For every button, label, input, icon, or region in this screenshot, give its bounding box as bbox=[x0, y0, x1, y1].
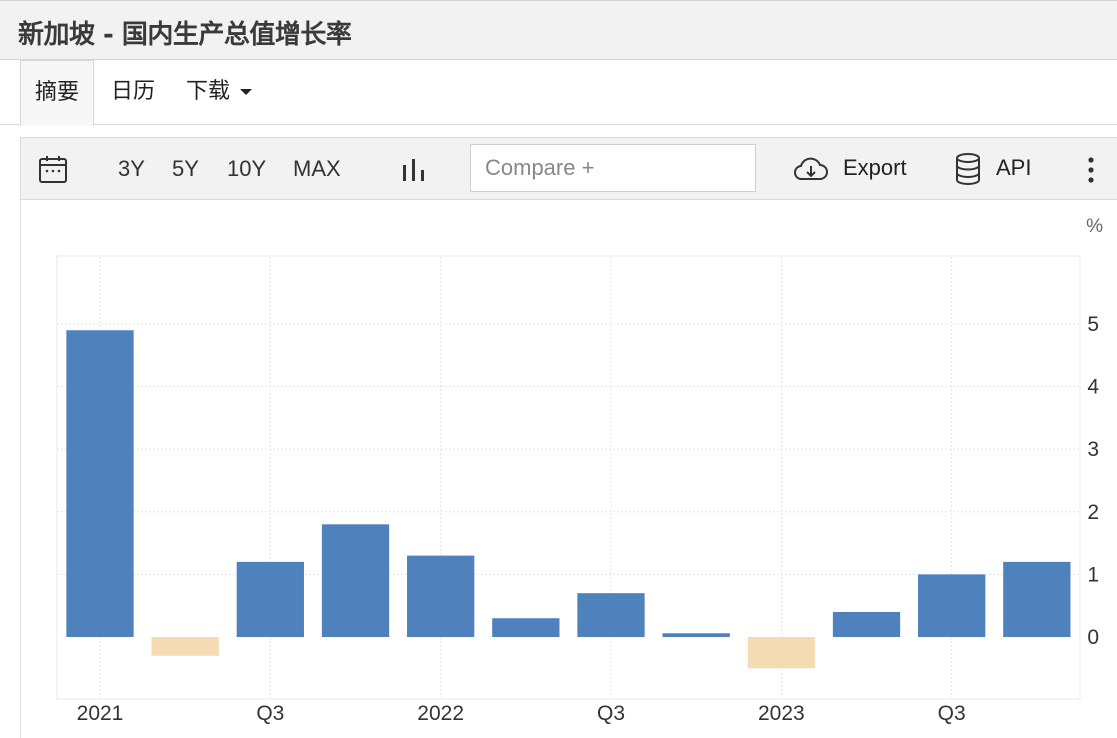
range-max-button[interactable]: MAX bbox=[293, 156, 341, 182]
bars bbox=[66, 330, 1071, 669]
x-tick-label: 2021 bbox=[77, 702, 124, 725]
bar[interactable] bbox=[662, 633, 730, 637]
bar[interactable] bbox=[236, 561, 304, 637]
bar[interactable] bbox=[918, 574, 986, 637]
y-tick-label: 4 bbox=[1087, 376, 1099, 399]
gdp-growth-bar-chart: 0 1 2 3 4 5 2021 Q3 2022 Q3 2023 Q3 % bbox=[56, 216, 1103, 725]
y-tick-label: 1 bbox=[1087, 563, 1099, 586]
page-title: 新加坡 - 国内生产总值增长率 bbox=[18, 20, 352, 50]
export-button[interactable]: Export bbox=[843, 155, 907, 181]
bar[interactable] bbox=[1003, 561, 1071, 637]
bar[interactable] bbox=[151, 637, 219, 656]
chart-toolbar: 3Y 5Y 10Y MAX Export API bbox=[20, 137, 1117, 200]
y-tick-label: 3 bbox=[1087, 438, 1099, 461]
title-bar: 新加坡 - 国内生产总值增长率 bbox=[0, 0, 1117, 60]
compare-input[interactable] bbox=[470, 144, 756, 192]
calendar-icon[interactable] bbox=[38, 154, 68, 184]
bar[interactable] bbox=[747, 637, 815, 669]
y-axis-ticks: 0 1 2 3 4 5 bbox=[1087, 313, 1099, 649]
x-axis-ticks: 2021 Q3 2022 Q3 2023 Q3 bbox=[77, 702, 966, 725]
bar[interactable] bbox=[407, 555, 475, 637]
y-tick-label: 2 bbox=[1087, 501, 1099, 524]
range-5y-button[interactable]: 5Y bbox=[172, 156, 199, 182]
tab-download-label: 下载 bbox=[186, 79, 231, 104]
more-vertical-icon[interactable] bbox=[1085, 156, 1097, 184]
y-tick-label: 5 bbox=[1087, 313, 1099, 336]
bar-chart-icon[interactable] bbox=[401, 157, 427, 183]
tab-bar: 摘要 日历 下载 bbox=[0, 60, 1117, 126]
tab-summary[interactable]: 摘要 bbox=[20, 60, 95, 126]
x-tick-label: Q3 bbox=[256, 702, 284, 725]
bar[interactable] bbox=[321, 524, 390, 637]
grid-horizontal bbox=[57, 323, 1080, 575]
range-3y-button[interactable]: 3Y bbox=[118, 156, 145, 182]
x-tick-label: 2022 bbox=[417, 702, 464, 725]
x-tick-label: Q3 bbox=[938, 702, 966, 725]
tab-calendar[interactable]: 日历 bbox=[111, 60, 155, 125]
database-icon[interactable] bbox=[954, 152, 982, 186]
caret-down-icon bbox=[240, 89, 253, 95]
bar[interactable] bbox=[832, 611, 901, 637]
api-button[interactable]: API bbox=[996, 155, 1031, 181]
y-axis-unit: % bbox=[1086, 216, 1103, 237]
bar[interactable] bbox=[66, 330, 134, 637]
cloud-download-icon[interactable] bbox=[792, 155, 830, 183]
bar[interactable] bbox=[492, 618, 560, 637]
x-tick-label: Q3 bbox=[597, 702, 625, 725]
tab-download[interactable]: 下载 bbox=[186, 60, 253, 125]
x-tick-label: 2023 bbox=[758, 702, 805, 725]
y-tick-label: 0 bbox=[1087, 626, 1099, 649]
bar[interactable] bbox=[577, 593, 645, 637]
range-10y-button[interactable]: 10Y bbox=[227, 156, 266, 182]
